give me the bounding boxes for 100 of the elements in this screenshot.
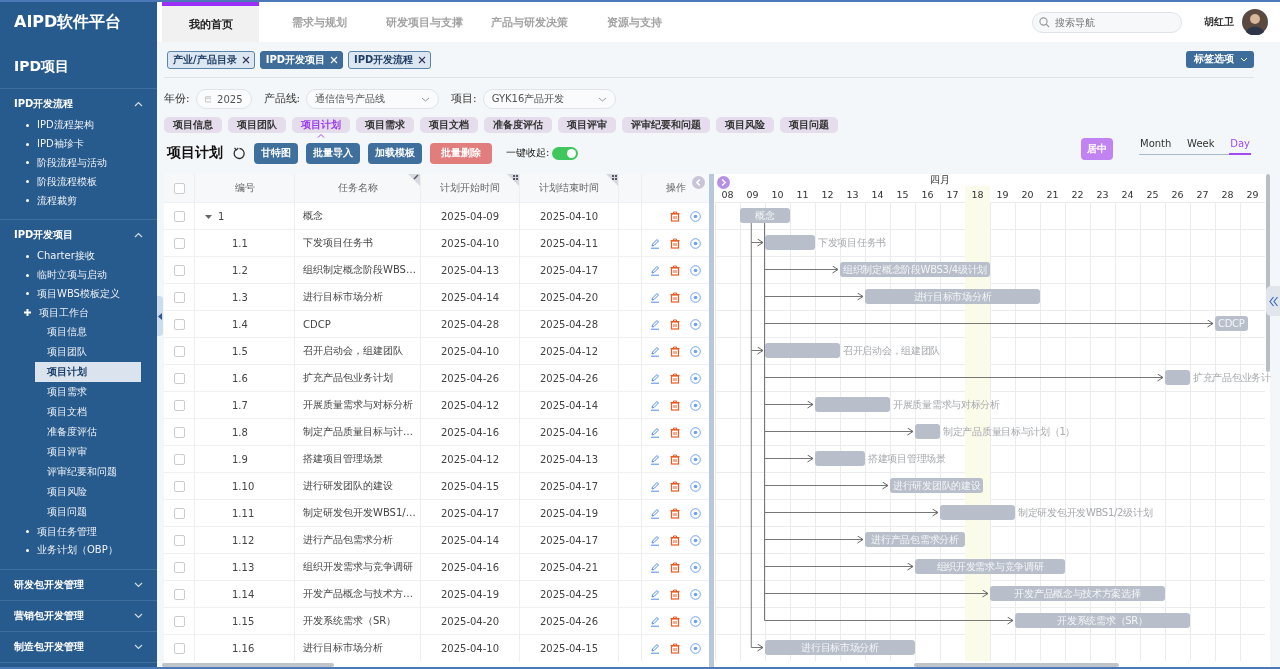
sidebar-subitem[interactable]: 准备度评估 bbox=[35, 422, 141, 443]
target-icon[interactable] bbox=[690, 534, 701, 546]
edit-icon[interactable] bbox=[650, 345, 660, 357]
delete-icon[interactable] bbox=[670, 534, 680, 546]
edit-icon[interactable] bbox=[650, 642, 660, 654]
sidebar-section-header[interactable]: IPD开发流程 bbox=[0, 89, 157, 119]
checkbox[interactable] bbox=[173, 588, 185, 600]
checkbox[interactable] bbox=[173, 210, 185, 222]
sidebar-item[interactable]: IPD袖珍卡 bbox=[0, 134, 157, 154]
refresh-icon[interactable] bbox=[233, 146, 246, 160]
edit-icon[interactable] bbox=[650, 318, 660, 330]
checkbox[interactable] bbox=[173, 561, 185, 573]
checkbox[interactable] bbox=[173, 372, 185, 384]
target-icon[interactable] bbox=[690, 264, 701, 276]
toggle-switch[interactable] bbox=[552, 146, 579, 160]
target-icon[interactable] bbox=[690, 588, 701, 600]
target-icon[interactable] bbox=[690, 426, 701, 438]
sidebar-item[interactable]: 项目工作台 bbox=[0, 303, 157, 323]
sidebar-subitem[interactable]: 项目问题 bbox=[35, 502, 141, 523]
delete-icon[interactable] bbox=[670, 210, 680, 222]
sidebar-subitem[interactable]: 项目风险 bbox=[35, 482, 141, 503]
edit-icon[interactable] bbox=[650, 453, 660, 465]
sidebar-section-header[interactable]: IPD开发项目 bbox=[0, 220, 157, 250]
target-icon[interactable] bbox=[690, 453, 701, 465]
sidebar-item[interactable]: 项目任务管理 bbox=[0, 522, 157, 541]
tag-options-button[interactable]: 标签选项 bbox=[1186, 51, 1254, 68]
target-icon[interactable] bbox=[690, 642, 701, 654]
checkbox[interactable] bbox=[173, 291, 185, 303]
sidebar-subitem[interactable]: 项目信息 bbox=[35, 322, 141, 343]
column-settings-icon[interactable] bbox=[606, 174, 618, 186]
sidebar-section-header[interactable]: 制造包开发管理 bbox=[0, 631, 157, 662]
section-tab[interactable]: 项目团队 bbox=[228, 117, 286, 133]
expand-panel-button[interactable] bbox=[1266, 286, 1280, 316]
toolbar-button[interactable]: 甘特图 bbox=[254, 142, 298, 164]
target-icon[interactable] bbox=[690, 237, 701, 249]
sidebar-subitem[interactable]: 项目文档 bbox=[35, 402, 141, 423]
sidebar-section-header[interactable]: 研发包开发管理 bbox=[0, 569, 157, 600]
checkbox[interactable] bbox=[173, 237, 185, 249]
target-icon[interactable] bbox=[690, 480, 701, 492]
sidebar-collapse-handle[interactable] bbox=[157, 296, 163, 336]
toolbar-button[interactable]: 批量导入 bbox=[306, 142, 360, 164]
delete-icon[interactable] bbox=[670, 291, 680, 303]
delete-icon[interactable] bbox=[670, 345, 680, 357]
target-icon[interactable] bbox=[690, 372, 701, 384]
edit-icon[interactable] bbox=[650, 588, 660, 600]
select-field[interactable]: GYK16产品开发 bbox=[482, 89, 616, 109]
edit-icon[interactable] bbox=[650, 480, 660, 492]
section-tab[interactable]: 准备度评估 bbox=[484, 117, 552, 133]
edit-icon[interactable] bbox=[650, 291, 660, 303]
delete-icon[interactable] bbox=[670, 480, 680, 492]
checkbox[interactable] bbox=[173, 426, 185, 438]
sidebar-subitem[interactable]: 项目团队 bbox=[35, 342, 141, 363]
scale-tab[interactable]: Day bbox=[1229, 137, 1251, 155]
target-icon[interactable] bbox=[690, 291, 701, 303]
sidebar-item[interactable]: IPD流程架构 bbox=[0, 116, 157, 135]
edit-icon[interactable] bbox=[650, 615, 660, 627]
checkbox[interactable] bbox=[173, 615, 185, 627]
section-tab[interactable]: 项目风险 bbox=[716, 117, 774, 133]
checkbox[interactable] bbox=[173, 453, 185, 465]
scrollbar[interactable] bbox=[162, 663, 334, 667]
edit-icon[interactable] bbox=[650, 237, 660, 249]
column-edit-icon[interactable] bbox=[408, 174, 420, 186]
section-tab[interactable]: 项目评审 bbox=[558, 117, 616, 133]
checkbox[interactable] bbox=[173, 534, 185, 546]
nav-tab[interactable]: 我的首页 bbox=[162, 2, 259, 42]
sidebar-item[interactable]: 阶段流程模板 bbox=[0, 172, 157, 192]
checkbox[interactable] bbox=[173, 480, 185, 492]
delete-icon[interactable] bbox=[670, 264, 680, 276]
sidebar-section-header[interactable]: 营销包开发管理 bbox=[0, 600, 157, 631]
checkbox[interactable] bbox=[173, 642, 185, 654]
edit-icon[interactable] bbox=[650, 534, 660, 546]
sidebar-subitem[interactable]: 评审纪要和问题 bbox=[35, 462, 141, 483]
delete-icon[interactable] bbox=[670, 507, 680, 519]
avatar-icon[interactable] bbox=[1242, 9, 1268, 35]
search-field[interactable]: 搜索导航 bbox=[1032, 11, 1182, 33]
edit-icon[interactable] bbox=[650, 399, 660, 411]
scrollbar[interactable] bbox=[914, 663, 1119, 667]
scale-tab[interactable]: Month bbox=[1139, 137, 1173, 154]
target-icon[interactable] bbox=[690, 318, 701, 330]
sidebar-item[interactable]: 临时立项与启动 bbox=[0, 265, 157, 285]
checkbox[interactable] bbox=[173, 182, 185, 194]
delete-icon[interactable] bbox=[670, 453, 680, 465]
open-tag[interactable]: IPD开发流程 bbox=[348, 50, 432, 69]
delete-icon[interactable] bbox=[670, 561, 680, 573]
target-icon[interactable] bbox=[690, 399, 701, 411]
sidebar-item[interactable]: 阶段流程与活动 bbox=[0, 153, 157, 173]
target-icon[interactable] bbox=[690, 615, 701, 627]
sidebar-subitem[interactable]: 项目需求 bbox=[35, 382, 141, 403]
scale-tab[interactable]: Week bbox=[1186, 137, 1216, 154]
checkbox[interactable] bbox=[173, 507, 185, 519]
caret-down-icon[interactable] bbox=[205, 212, 212, 220]
delete-icon[interactable] bbox=[670, 426, 680, 438]
edit-icon[interactable] bbox=[650, 372, 660, 384]
sidebar-subitem[interactable]: 项目评审 bbox=[35, 442, 141, 463]
target-icon[interactable] bbox=[690, 210, 701, 222]
close-icon[interactable] bbox=[418, 55, 427, 64]
checkbox[interactable] bbox=[173, 345, 185, 357]
edit-icon[interactable] bbox=[650, 507, 660, 519]
target-icon[interactable] bbox=[690, 345, 701, 357]
edit-icon[interactable] bbox=[650, 264, 660, 276]
